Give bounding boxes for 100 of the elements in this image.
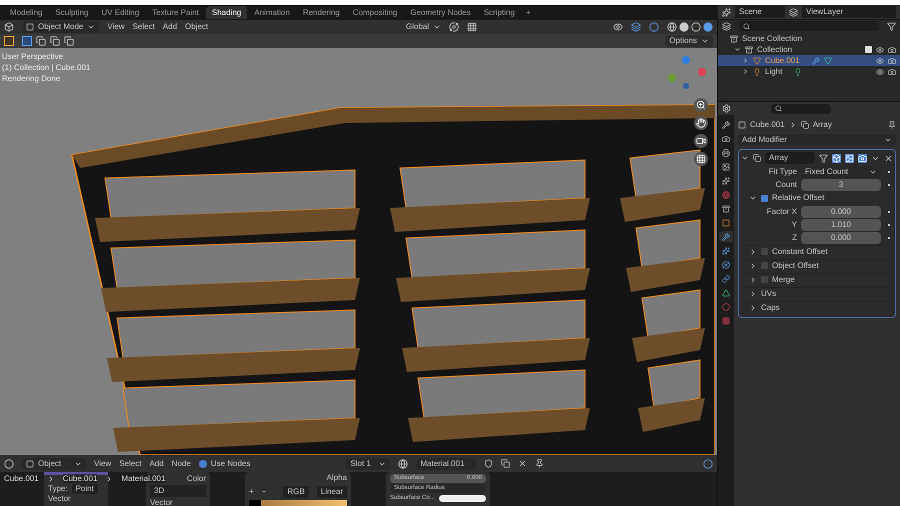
menu-item[interactable]: Add [162,21,178,33]
number-field[interactable]: 0.000 [801,232,881,244]
checkbox[interactable] [761,248,768,255]
expand-toggle[interactable] [734,46,741,53]
dimension-dropdown[interactable]: 3D [150,485,206,497]
modifier-name-field[interactable]: Array [765,152,815,164]
type-dropdown[interactable]: Point [72,484,98,494]
subpanel-title[interactable]: Caps [761,302,780,314]
modifier-tab-icon [722,232,730,240]
interpolation-dropdown[interactable]: Linear [316,486,347,498]
viewport-info-text: User Perspective [2,51,64,62]
expand-toggle[interactable] [749,194,757,202]
checkbox[interactable] [761,276,768,283]
render-icon[interactable] [888,56,896,64]
workspace-tab[interactable]: Texture Paint [146,6,205,19]
workspace-tab[interactable]: Modeling [4,6,48,19]
breadcrumb-item[interactable]: Material.001 [121,474,166,483]
field-label: Factor X [766,206,797,218]
object-mode-icon [26,23,34,31]
breadcrumb-item[interactable]: Cube.001 [62,474,98,483]
render-icon[interactable] [888,46,896,54]
pin-icon[interactable] [888,121,896,129]
field-label: Z [791,232,797,244]
color-mode-dropdown[interactable]: RGB [283,486,309,498]
collection-icon [745,46,753,54]
expand-toggle[interactable] [742,68,749,75]
close-icon[interactable] [884,154,893,162]
outliner-search-field[interactable] [739,21,879,31]
use-nodes-checkbox[interactable]: Use Nodes [198,458,250,470]
object-dropdown[interactable]: Object [22,458,86,470]
close-icon[interactable] [518,459,528,468]
collection-checkbox[interactable] [865,46,872,53]
expand-toggle[interactable] [741,154,749,162]
menu-item[interactable]: Node [172,458,191,470]
add-modifier-dropdown[interactable]: Add Modifier [738,134,896,146]
wrench-icon [812,56,820,64]
subpanel-title[interactable]: Relative Offset [772,192,824,204]
collection-item[interactable]: Collection [745,44,792,55]
visibility-icon[interactable] [613,22,623,32]
expand-toggle[interactable] [742,57,749,64]
workspace-tab[interactable]: UV Editing [95,6,146,19]
visibility-icon[interactable] [876,68,884,76]
mesh-data-icon [824,56,832,64]
number-field[interactable]: 0.000 [801,206,881,218]
menu-item[interactable]: Select [132,21,155,33]
breadcrumb-item[interactable]: Array [812,119,832,131]
workspace-tab[interactable]: Scripting [478,6,521,19]
properties-search-field[interactable] [771,104,831,114]
collection-icon [730,34,738,42]
color-ramp-bar[interactable] [249,500,347,506]
render-icon[interactable] [888,68,896,76]
mode-dropdown[interactable]: Object Mode [22,21,100,33]
menu-item[interactable]: Add [149,458,164,470]
workspace-tab[interactable]: Shading [206,6,248,19]
menu-item[interactable]: Select [119,458,142,470]
visibility-icon[interactable] [876,46,884,54]
workspace-tab[interactable]: Sculpting [49,6,94,19]
zoom-icon[interactable] [694,98,708,112]
render-toggle-icon[interactable] [858,154,867,162]
number-field[interactable]: 1.010 [801,218,881,230]
workspace-tab[interactable]: Rendering [296,6,346,19]
subpanel-title[interactable]: Constant Offset [772,246,828,258]
remove-stop-button[interactable]: − [262,486,266,498]
subpanel-title[interactable]: UVs [761,288,776,300]
menu-item[interactable]: Object [185,21,208,33]
material-name-field[interactable]: Material.001 [416,458,476,470]
menu-item[interactable]: View [107,21,125,33]
workspace-tab[interactable]: Animation [248,6,296,19]
fit-type-dropdown[interactable]: Fixed Count [801,166,881,178]
workspace-tab[interactable]: Compositing [346,6,404,19]
field-label: Y [790,218,797,230]
filter-icon[interactable] [887,22,896,30]
workspace-tab[interactable]: Geometry Nodes [404,6,477,19]
add-stop-button[interactable]: + [249,486,254,498]
orientation-dropdown[interactable]: Global [406,21,441,33]
menu-item[interactable]: View [94,458,112,470]
pin-icon[interactable] [535,459,544,468]
subpanel-title[interactable]: Merge [772,274,795,286]
checkbox[interactable] [761,194,768,202]
slot-dropdown[interactable]: Slot 1 [346,458,390,470]
number-field[interactable]: 3 [801,178,881,190]
view-layer-field[interactable]: ViewLayer [802,6,896,18]
properties-tab[interactable] [719,231,733,242]
scene-field[interactable]: Scene [735,6,785,18]
visibility-icon[interactable] [876,56,884,64]
checkbox[interactable] [761,262,768,269]
subpanel-title[interactable]: Object Offset [772,260,819,272]
scene-collection-item[interactable]: Scene Collection [722,33,896,44]
breadcrumb-item[interactable]: Cube.001 [4,474,39,483]
outliner-row[interactable]: Cube.001 [718,55,900,66]
duplicate-icon[interactable] [501,459,510,468]
color-swatch[interactable] [438,495,486,502]
search-icon [775,105,782,112]
tool-tab-icon [722,120,730,128]
outliner-row[interactable]: Light [718,66,900,77]
breadcrumb-item[interactable]: Cube.001 [750,119,785,131]
object-mode-icon [26,460,34,468]
solid-shading-icon[interactable] [679,22,689,32]
add-workspace-button[interactable]: + [522,6,534,18]
options-dropdown[interactable]: Options [665,35,713,47]
